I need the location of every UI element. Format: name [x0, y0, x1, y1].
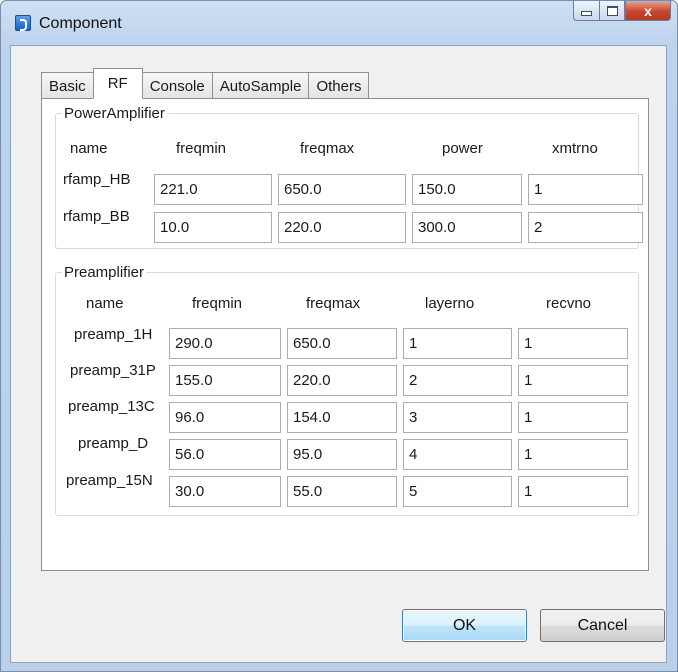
pre-preamp-1h-freqmax-field[interactable] [287, 328, 397, 359]
pre-row-label-preamp-15n: preamp_15N [66, 472, 153, 489]
maximize-icon [606, 5, 618, 16]
power-amplifier-group: PowerAmplifier name freqmin freqmax powe… [55, 105, 643, 249]
preamplifier-group-title: Preamplifier [64, 264, 145, 281]
pre-header-recvno: recvno [546, 295, 592, 312]
pre-preamp-31p-recvno-field[interactable] [518, 365, 628, 396]
ok-button[interactable]: OK [402, 609, 527, 642]
pa-rfamp-hb-freqmax-field[interactable] [278, 174, 406, 205]
pre-preamp-13c-freqmin-field[interactable] [169, 402, 281, 433]
pa-rfamp-bb-freqmax-field[interactable] [278, 212, 406, 243]
close-button[interactable]: x [625, 1, 671, 21]
pa-header-xmtrno: xmtrno [552, 140, 598, 157]
tab-rf[interactable]: RF [92, 68, 143, 99]
pa-header-freqmax: freqmax [300, 140, 355, 157]
pre-preamp-15n-freqmax-field[interactable] [287, 476, 397, 507]
pre-row-label-preamp-d: preamp_D [78, 435, 149, 452]
component-dialog: Component x Basic RF Console AutoSample … [0, 0, 678, 672]
pa-rfamp-bb-xmtrno-field[interactable] [528, 212, 643, 243]
pre-preamp-13c-recvno-field[interactable] [518, 402, 628, 433]
pre-header-freqmax: freqmax [306, 295, 361, 312]
tab-bar: Basic RF Console AutoSample Others [41, 68, 370, 99]
pre-preamp-d-recvno-field[interactable] [518, 439, 628, 470]
title-bar[interactable]: Component x [1, 1, 677, 45]
cancel-button[interactable]: Cancel [540, 609, 665, 642]
pa-header-name: name [70, 140, 108, 157]
pa-header-power: power [442, 140, 483, 157]
pre-preamp-15n-layerno-field[interactable] [403, 476, 512, 507]
pre-header-name: name [86, 295, 124, 312]
pre-preamp-d-freqmax-field[interactable] [287, 439, 397, 470]
maximize-button[interactable] [599, 1, 625, 21]
tab-autosample[interactable]: AutoSample [211, 72, 310, 99]
pa-row-label-rfamp-hb: rfamp_HB [63, 171, 131, 188]
minimize-icon [581, 11, 592, 16]
caption-buttons: x [573, 1, 671, 23]
pre-preamp-31p-freqmax-field[interactable] [287, 365, 397, 396]
pre-row-label-preamp-1h: preamp_1H [74, 326, 153, 343]
app-icon [15, 15, 31, 31]
pa-row-label-rfamp-bb: rfamp_BB [63, 208, 130, 225]
tab-basic[interactable]: Basic [41, 72, 94, 99]
tab-others[interactable]: Others [308, 72, 370, 99]
window-title: Component [39, 15, 122, 32]
pre-preamp-13c-layerno-field[interactable] [403, 402, 512, 433]
pre-header-freqmin: freqmin [192, 295, 243, 312]
minimize-button[interactable] [573, 1, 599, 21]
pa-header-freqmin: freqmin [176, 140, 227, 157]
pre-row-label-preamp-31p: preamp_31P [70, 362, 156, 379]
dialog-client-area: Basic RF Console AutoSample Others Power… [10, 45, 667, 663]
pa-rfamp-bb-freqmin-field[interactable] [154, 212, 272, 243]
pre-row-label-preamp-13c: preamp_13C [68, 398, 155, 415]
pre-preamp-1h-layerno-field[interactable] [403, 328, 512, 359]
pre-preamp-15n-recvno-field[interactable] [518, 476, 628, 507]
power-amplifier-group-title: PowerAmplifier [64, 105, 165, 122]
pa-rfamp-hb-freqmin-field[interactable] [154, 174, 272, 205]
pre-preamp-d-layerno-field[interactable] [403, 439, 512, 470]
pa-rfamp-hb-xmtrno-field[interactable] [528, 174, 643, 205]
pre-preamp-1h-recvno-field[interactable] [518, 328, 628, 359]
pre-preamp-15n-freqmin-field[interactable] [169, 476, 281, 507]
preamplifier-group: Preamplifier name freqmin freqmax layern… [55, 264, 639, 516]
tab-console[interactable]: Console [141, 72, 213, 99]
pre-preamp-d-freqmin-field[interactable] [169, 439, 281, 470]
pre-preamp-31p-layerno-field[interactable] [403, 365, 512, 396]
close-icon: x [644, 2, 652, 19]
pre-preamp-1h-freqmin-field[interactable] [169, 328, 281, 359]
rf-tab-panel: PowerAmplifier name freqmin freqmax powe… [41, 98, 649, 571]
pre-preamp-13c-freqmax-field[interactable] [287, 402, 397, 433]
pre-header-layerno: layerno [425, 295, 475, 312]
pa-rfamp-bb-power-field[interactable] [412, 212, 522, 243]
pa-rfamp-hb-power-field[interactable] [412, 174, 522, 205]
pre-preamp-31p-freqmin-field[interactable] [169, 365, 281, 396]
